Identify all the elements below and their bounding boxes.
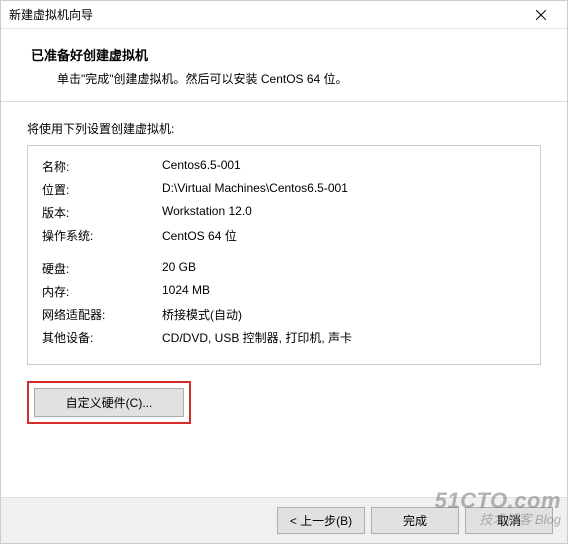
wizard-content: 将使用下列设置创建虚拟机: 名称: Centos6.5-001 位置: D:\V… (1, 102, 567, 434)
summary-row-value: 桥接模式(自动) (162, 306, 526, 323)
customize-hardware-button[interactable]: 自定义硬件(C)... (34, 388, 184, 417)
close-icon (536, 10, 546, 20)
wizard-window: 新建虚拟机向导 已准备好创建虚拟机 单击"完成"创建虚拟机。然后可以安装 Cen… (0, 0, 568, 544)
window-title: 新建虚拟机向导 (9, 6, 523, 23)
summary-row-label: 其他设备: (42, 329, 162, 346)
summary-box: 名称: Centos6.5-001 位置: D:\Virtual Machine… (27, 145, 541, 365)
wizard-title: 已准备好创建虚拟机 (31, 45, 547, 64)
wizard-header: 已准备好创建虚拟机 单击"完成"创建虚拟机。然后可以安装 CentOS 64 位… (1, 29, 567, 102)
summary-row: 内存: 1024 MB (42, 283, 526, 300)
cancel-button[interactable]: 取消 (465, 507, 553, 534)
summary-row: 操作系统: CentOS 64 位 (42, 227, 526, 244)
summary-row: 位置: D:\Virtual Machines\Centos6.5-001 (42, 181, 526, 198)
summary-row: 版本: Workstation 12.0 (42, 204, 526, 221)
summary-row-value: D:\Virtual Machines\Centos6.5-001 (162, 181, 526, 198)
summary-row: 硬盘: 20 GB (42, 260, 526, 277)
wizard-footer: < 上一步(B) 完成 取消 (1, 497, 567, 543)
close-button[interactable] (523, 2, 559, 28)
summary-row-value: 1024 MB (162, 283, 526, 300)
customize-highlight: 自定义硬件(C)... (27, 381, 191, 424)
summary-row: 名称: Centos6.5-001 (42, 158, 526, 175)
summary-row-label: 位置: (42, 181, 162, 198)
finish-button[interactable]: 完成 (371, 507, 459, 534)
titlebar: 新建虚拟机向导 (1, 1, 567, 29)
summary-row-value: 20 GB (162, 260, 526, 277)
summary-row-label: 版本: (42, 204, 162, 221)
summary-row-value: CentOS 64 位 (162, 227, 526, 244)
summary-row-value: Workstation 12.0 (162, 204, 526, 221)
summary-label: 将使用下列设置创建虚拟机: (27, 120, 541, 137)
wizard-description: 单击"完成"创建虚拟机。然后可以安装 CentOS 64 位。 (57, 70, 547, 87)
summary-row-value: CD/DVD, USB 控制器, 打印机, 声卡 (162, 329, 526, 346)
summary-row-label: 硬盘: (42, 260, 162, 277)
summary-row: 其他设备: CD/DVD, USB 控制器, 打印机, 声卡 (42, 329, 526, 346)
back-button[interactable]: < 上一步(B) (277, 507, 365, 534)
summary-row-label: 操作系统: (42, 227, 162, 244)
summary-row-label: 网络适配器: (42, 306, 162, 323)
summary-row: 网络适配器: 桥接模式(自动) (42, 306, 526, 323)
summary-row-label: 内存: (42, 283, 162, 300)
summary-row-label: 名称: (42, 158, 162, 175)
summary-row-value: Centos6.5-001 (162, 158, 526, 175)
